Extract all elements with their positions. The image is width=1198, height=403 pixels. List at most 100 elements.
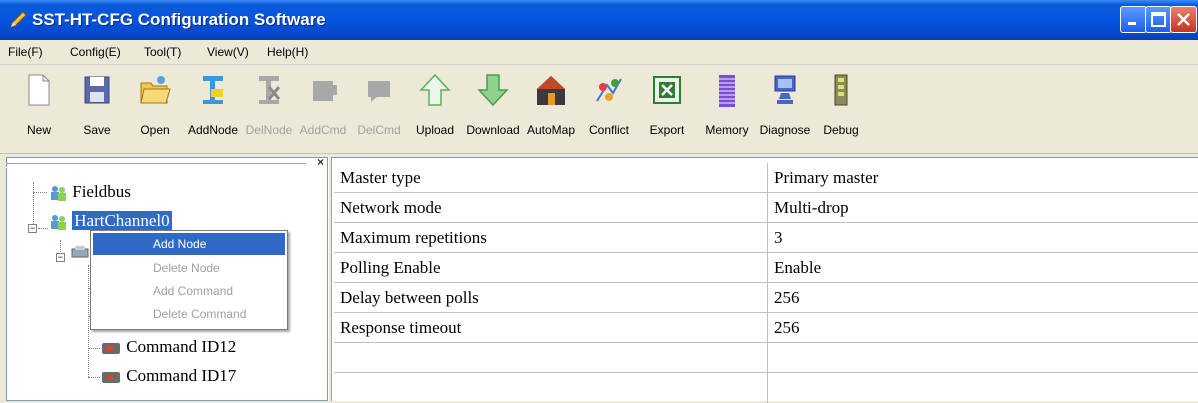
upload-button[interactable]: Upload bbox=[404, 73, 466, 137]
upload-label: Upload bbox=[415, 123, 455, 137]
close-icon bbox=[1177, 13, 1190, 26]
property-value[interactable]: Multi-drop bbox=[768, 193, 1198, 223]
diagnose-button[interactable]: Diagnose bbox=[754, 73, 816, 137]
property-name: Maximum repetitions bbox=[334, 223, 768, 253]
debug-label: Debug bbox=[823, 123, 859, 137]
menu-file[interactable]: File(F) bbox=[8, 45, 43, 59]
tree-item-command-id17[interactable]: Command ID17 bbox=[100, 366, 236, 386]
conflict-button[interactable]: Conflict bbox=[578, 73, 640, 137]
property-row[interactable]: Response timeout 256 bbox=[334, 313, 1198, 343]
menu-view[interactable]: View(V) bbox=[207, 45, 249, 59]
property-name: Network mode bbox=[334, 193, 768, 223]
property-value[interactable]: Primary master bbox=[768, 163, 1198, 193]
add-node-label: AddNode bbox=[187, 123, 239, 137]
open-button[interactable]: Open bbox=[124, 73, 186, 137]
property-value[interactable]: 256 bbox=[768, 283, 1198, 313]
command-icon bbox=[102, 372, 120, 384]
command-icon bbox=[102, 343, 120, 355]
add-node-button[interactable]: AddNode bbox=[182, 73, 244, 137]
property-row[interactable]: Polling Enable Enable bbox=[334, 253, 1198, 283]
automap-button[interactable]: AutoMap bbox=[520, 73, 582, 137]
download-label: Download bbox=[466, 123, 520, 137]
ctx-delete-node[interactable]: Delete Node bbox=[93, 257, 285, 279]
add-cmd-button[interactable]: AddCmd bbox=[292, 73, 354, 137]
tree-line bbox=[88, 265, 89, 377]
tree-item-fieldbus[interactable]: Fieldbus bbox=[48, 182, 131, 202]
property-value[interactable]: 3 bbox=[768, 223, 1198, 253]
title-bar[interactable]: SST-HT-CFG Configuration Software bbox=[0, 0, 1198, 40]
window-title: SST-HT-CFG Configuration Software bbox=[32, 10, 326, 29]
diagnose-monitor-icon bbox=[774, 75, 796, 104]
device-node-icon bbox=[71, 246, 89, 258]
property-name: Response timeout bbox=[334, 313, 768, 343]
delete-node-icon bbox=[259, 76, 281, 104]
property-name bbox=[334, 373, 768, 403]
add-node-icon bbox=[203, 76, 223, 104]
upload-arrow-icon bbox=[419, 73, 451, 106]
property-value[interactable] bbox=[768, 343, 1198, 373]
property-row[interactable] bbox=[334, 343, 1198, 373]
menu-config[interactable]: Config(E) bbox=[70, 45, 121, 59]
pane-grip[interactable] bbox=[6, 163, 306, 168]
minimize-icon bbox=[1128, 22, 1136, 25]
maximize-button[interactable] bbox=[1145, 6, 1172, 33]
debug-button[interactable]: Debug bbox=[810, 73, 872, 137]
memory-button[interactable]: Memory bbox=[696, 73, 758, 137]
expand-toggle[interactable]: − bbox=[28, 224, 37, 233]
property-name bbox=[334, 343, 768, 373]
menu-tool[interactable]: Tool(T) bbox=[144, 45, 181, 59]
conflict-label: Conflict bbox=[588, 123, 629, 137]
tree-label: Command ID17 bbox=[126, 366, 237, 385]
property-name: Polling Enable bbox=[334, 253, 768, 283]
new-label: New bbox=[26, 123, 51, 137]
excel-export-icon bbox=[653, 76, 681, 104]
property-name: Delay between polls bbox=[334, 283, 768, 313]
save-icon bbox=[84, 76, 110, 104]
property-row[interactable] bbox=[334, 373, 1198, 403]
property-row[interactable]: Maximum repetitions 3 bbox=[334, 223, 1198, 253]
property-row[interactable]: Delay between polls 256 bbox=[334, 283, 1198, 313]
tree-label-selected: HartChannel0 bbox=[72, 211, 172, 230]
del-cmd-button[interactable]: DelCmd bbox=[348, 73, 410, 137]
save-label: Save bbox=[83, 123, 111, 137]
delete-command-icon bbox=[368, 81, 390, 102]
tree-item-hartchannel[interactable]: HartChannel0 bbox=[48, 211, 172, 231]
tree-line bbox=[88, 377, 100, 378]
tree-label: Command ID12 bbox=[126, 337, 237, 356]
house-icon bbox=[537, 76, 565, 105]
tree-line bbox=[88, 348, 100, 349]
debug-module-icon bbox=[834, 74, 848, 106]
toolbar: New Save Open AddNode DelNode AddCmd Del… bbox=[0, 65, 1198, 154]
property-value[interactable]: Enable bbox=[768, 253, 1198, 283]
ctx-add-command[interactable]: Add Command bbox=[93, 280, 285, 302]
pane-close-icon[interactable]: × bbox=[317, 155, 324, 169]
open-label: Open bbox=[140, 123, 170, 137]
menu-bar: File(F) Config(E) Tool(T) View(V) Help(H… bbox=[0, 40, 1198, 65]
ctx-delete-command[interactable]: Delete Command bbox=[93, 303, 285, 325]
property-row[interactable]: Master type Primary master bbox=[334, 163, 1198, 193]
property-row[interactable]: Network mode Multi-drop bbox=[334, 193, 1198, 223]
memory-label: Memory bbox=[705, 123, 749, 137]
ctx-add-node[interactable]: Add Node bbox=[93, 233, 285, 255]
property-value[interactable] bbox=[768, 373, 1198, 403]
download-arrow-icon bbox=[477, 74, 509, 107]
tree-pane-header: × bbox=[6, 155, 328, 171]
conflict-icon bbox=[596, 78, 622, 102]
expand-toggle[interactable]: − bbox=[56, 253, 65, 262]
close-button[interactable] bbox=[1170, 6, 1197, 33]
save-button[interactable]: Save bbox=[66, 73, 128, 137]
del-node-label: DelNode bbox=[245, 123, 293, 137]
export-button[interactable]: Export bbox=[636, 73, 698, 137]
minimize-button[interactable] bbox=[1120, 6, 1147, 33]
menu-help[interactable]: Help(H) bbox=[267, 45, 308, 59]
property-name: Master type bbox=[334, 163, 768, 193]
tree-item-command-id12[interactable]: Command ID12 bbox=[100, 337, 236, 357]
del-node-button[interactable]: DelNode bbox=[238, 73, 300, 137]
open-folder-icon bbox=[140, 76, 171, 104]
export-label: Export bbox=[649, 123, 685, 137]
property-value[interactable]: 256 bbox=[768, 313, 1198, 343]
maximize-icon bbox=[1151, 12, 1166, 27]
context-menu: Add Node Delete Node Add Command Delete … bbox=[90, 230, 288, 330]
download-button[interactable]: Download bbox=[462, 73, 524, 137]
new-button[interactable]: New bbox=[8, 73, 70, 137]
